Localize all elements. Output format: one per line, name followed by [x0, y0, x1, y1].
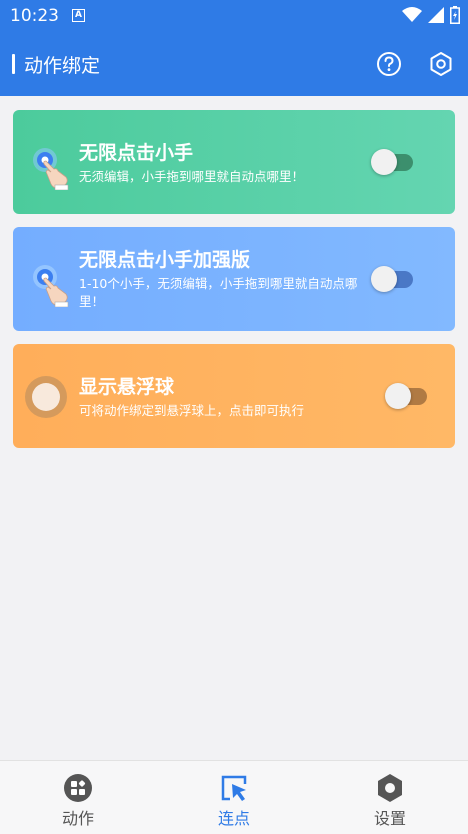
- help-button[interactable]: [374, 49, 404, 79]
- bottom-navigation: 动作 连点 设置: [0, 760, 468, 834]
- card-title: 无限点击小手加强版: [79, 249, 251, 271]
- battery-icon: [450, 6, 460, 24]
- hexagon-settings-icon: [430, 52, 452, 76]
- status-bar: 10:23 A: [0, 0, 468, 32]
- card-description: 无须编辑，小手拖到哪里就自动点哪里！: [79, 169, 305, 184]
- settings-button[interactable]: [426, 49, 456, 79]
- tab-label: 连点: [217, 809, 250, 828]
- hand-tap-icon: [33, 148, 69, 190]
- card-description: 1-10个小手，无须编辑，小手拖到哪里就自动点哪里！: [79, 276, 358, 309]
- title-accent-bar: [12, 54, 15, 74]
- toggle-thumb: [385, 383, 411, 409]
- hexagon-settings-icon: [378, 774, 402, 802]
- cursor-click-icon: [221, 775, 247, 801]
- hand-tap-icon: [33, 265, 69, 307]
- app-bar: 动作绑定: [0, 32, 468, 96]
- card-title: 无限点击小手: [79, 142, 194, 164]
- system-icons: [402, 6, 460, 24]
- tab-settings[interactable]: 设置: [312, 761, 468, 834]
- card-floating-ball[interactable]: 显示悬浮球 可将动作绑定到悬浮球上，点击即可执行: [13, 344, 455, 448]
- floating-ball-toggle[interactable]: [385, 383, 429, 409]
- status-time: 10:23: [10, 6, 59, 26]
- card-infinite-clicker[interactable]: 无限点击小手 无须编辑，小手拖到哪里就自动点哪里！: [13, 110, 455, 214]
- toggle-thumb: [371, 149, 397, 175]
- page-title: 动作绑定: [24, 55, 101, 77]
- tab-label: 动作: [61, 809, 94, 828]
- infinite-clicker-toggle[interactable]: [371, 149, 415, 175]
- tab-actions[interactable]: 动作: [0, 761, 156, 834]
- floating-ball-icon: [25, 376, 67, 418]
- notification-a-icon: A: [72, 9, 85, 22]
- infinite-clicker-pro-toggle[interactable]: [371, 266, 415, 292]
- signal-icon: [428, 7, 444, 23]
- card-title: 显示悬浮球: [79, 376, 175, 398]
- tab-clicker[interactable]: 连点: [156, 761, 312, 834]
- apps-grid-icon: [64, 774, 92, 802]
- tab-label: 设置: [373, 809, 406, 828]
- card-infinite-clicker-pro[interactable]: 无限点击小手加强版 1-10个小手，无须编辑，小手拖到哪里就自动点哪里！: [13, 227, 455, 331]
- wifi-icon: [402, 7, 422, 22]
- help-circle-icon: [377, 52, 401, 76]
- card-description: 可将动作绑定到悬浮球上，点击即可执行: [79, 403, 305, 418]
- toggle-thumb: [371, 266, 397, 292]
